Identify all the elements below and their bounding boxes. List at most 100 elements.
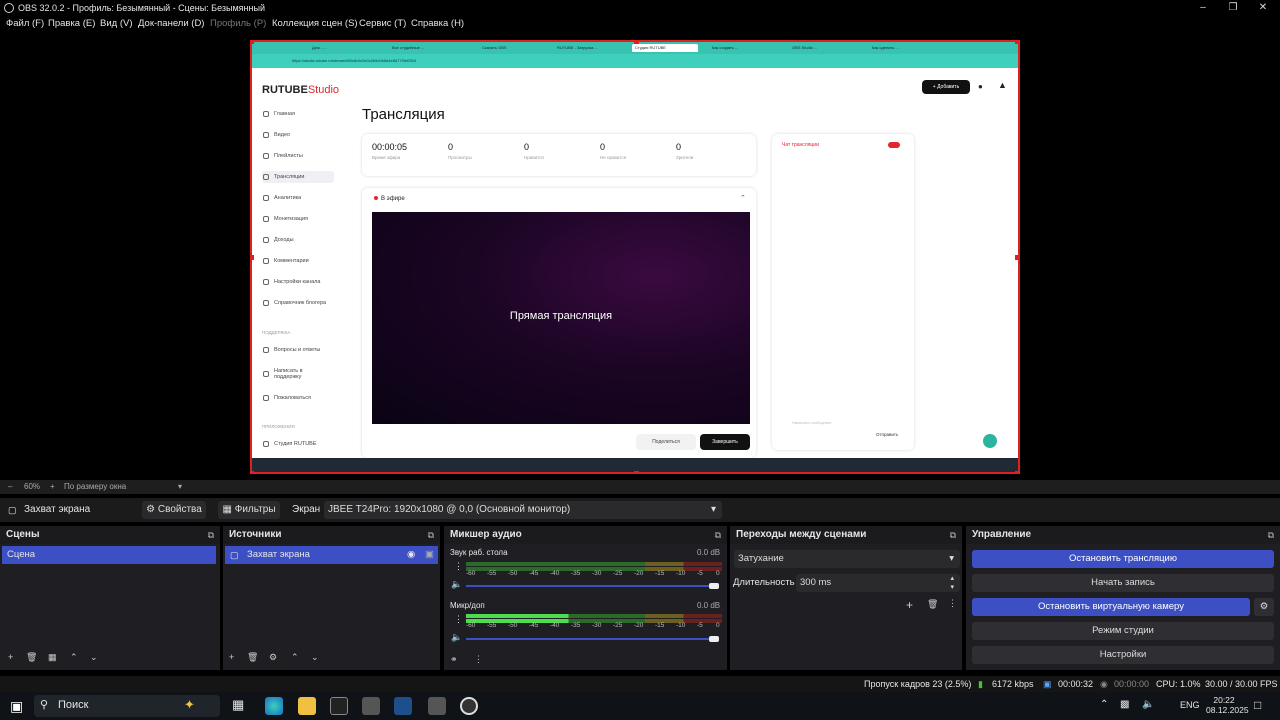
- bell-icon[interactable]: ●: [978, 82, 983, 91]
- clock[interactable]: 20:22 08.12.2025: [1206, 695, 1249, 715]
- taskbar-search[interactable]: ⚲ Поиск ✦: [34, 695, 220, 717]
- source-item[interactable]: ▢ Захват экрана ◉ ▣: [225, 546, 438, 564]
- float-icon[interactable]: ⧉: [208, 526, 214, 544]
- speaker-icon[interactable]: 🔈: [1142, 699, 1154, 710]
- volume-slider[interactable]: [466, 585, 716, 587]
- nav-income[interactable]: Доходы: [262, 234, 334, 246]
- lock-icon[interactable]: ▣: [425, 546, 434, 564]
- menu-file[interactable]: Файл (F): [6, 16, 44, 32]
- browser-tab[interactable]: Дом - ...: [312, 44, 372, 52]
- app-icon[interactable]: [362, 697, 380, 715]
- arrow-up-icon[interactable]: ⌃: [291, 652, 299, 663]
- float-icon[interactable]: ⧉: [428, 526, 434, 544]
- stream-player[interactable]: Прямая трансляция: [372, 212, 750, 424]
- kebab-menu-icon[interactable]: ⋮: [948, 598, 957, 609]
- language-indicator[interactable]: ENG: [1180, 700, 1200, 710]
- trash-icon[interactable]: 🗑: [247, 652, 258, 663]
- fit-mode-select[interactable]: По размеру окна: [64, 480, 126, 494]
- speaker-icon[interactable]: 🔈: [451, 632, 462, 643]
- end-stream-button[interactable]: Завершить: [700, 434, 750, 450]
- settings-button[interactable]: Настройки: [972, 646, 1274, 664]
- nav-studio-app[interactable]: Студия RUTUBE: [262, 438, 334, 450]
- profile-icon[interactable]: ▲: [998, 80, 1007, 90]
- gear-icon[interactable]: ⚙: [1254, 598, 1274, 616]
- stop-stream-button[interactable]: Остановить трансляцию: [972, 550, 1274, 568]
- screen-select[interactable]: JBEE T24Pro: 1920x1080 @ 0,0 (Основной м…: [324, 501, 722, 519]
- arrow-up-icon[interactable]: ⌃: [70, 652, 78, 663]
- volume-knob[interactable]: [709, 636, 719, 642]
- menu-help[interactable]: Справка (H): [411, 16, 464, 32]
- minimize-icon[interactable]: –: [1188, 0, 1218, 16]
- maximize-icon[interactable]: ❐: [1218, 0, 1248, 16]
- url-field[interactable]: https://studio.rutube.ru/stream/8f0c8c0c…: [292, 57, 416, 65]
- close-icon[interactable]: ✕: [1248, 0, 1278, 16]
- folder-icon[interactable]: [298, 697, 316, 715]
- trash-icon[interactable]: 🗑: [26, 652, 37, 663]
- chevron-up-icon[interactable]: ⌃: [1100, 699, 1108, 710]
- float-icon[interactable]: ⧉: [1268, 526, 1274, 544]
- chat-input[interactable]: Написать сообщение: [792, 420, 832, 425]
- task-view-icon[interactable]: ▦: [232, 697, 244, 713]
- help-bubble-icon[interactable]: [983, 434, 997, 448]
- edge-icon[interactable]: [265, 697, 283, 715]
- browser-tab-active[interactable]: Студия RUTUBE: [632, 44, 698, 52]
- network-icon[interactable]: ▩: [1120, 699, 1129, 710]
- link-icon[interactable]: ⚭: [450, 654, 458, 665]
- nav-comments[interactable]: Комментарии: [262, 255, 334, 267]
- screen-capture-preview[interactable]: Дом - ... Все студийные ... Скачать OBS …: [250, 40, 1020, 474]
- kebab-menu-icon[interactable]: ⋮: [474, 654, 483, 665]
- menu-scene-collection[interactable]: Коллекция сцен (S): [272, 16, 358, 32]
- add-icon[interactable]: +: [906, 598, 913, 612]
- speaker-icon[interactable]: 🔈: [451, 579, 462, 590]
- arrow-down-icon[interactable]: ⌄: [311, 652, 319, 663]
- nav-videos[interactable]: Видео: [262, 129, 334, 141]
- chevron-up-icon[interactable]: ⌃: [740, 194, 746, 202]
- filter-icon[interactable]: ▦: [48, 652, 57, 663]
- browser-tab[interactable]: RUTUBE - Загрузка ...: [557, 44, 617, 52]
- browser-tab[interactable]: OBS Studio ...: [792, 44, 852, 52]
- float-icon[interactable]: ⧉: [715, 526, 721, 544]
- chat-send-button[interactable]: Отправить: [876, 432, 898, 437]
- zoom-out-icon[interactable]: –: [8, 480, 12, 494]
- kebab-menu-icon[interactable]: ⋮: [454, 561, 463, 572]
- terminal-icon[interactable]: [330, 697, 348, 715]
- nav-faq[interactable]: Вопросы и ответы: [262, 344, 334, 356]
- notification-icon[interactable]: □: [1254, 698, 1261, 712]
- volume-knob[interactable]: [709, 583, 719, 589]
- chat-toggle[interactable]: [888, 142, 900, 148]
- nav-analytics[interactable]: Аналитика: [262, 192, 334, 204]
- add-button[interactable]: + Добавить: [922, 80, 970, 94]
- browser-tab[interactable]: Скачать OBS: [482, 44, 532, 52]
- browser-tab[interactable]: Как создать ...: [712, 44, 772, 52]
- nav-playlists[interactable]: Плейлисты: [262, 150, 334, 162]
- filters-button[interactable]: ▦ Фильтры: [218, 501, 280, 519]
- nav-monetization[interactable]: Монетизация: [262, 213, 334, 225]
- rutube-logo[interactable]: RUTUBEStudio: [262, 84, 339, 96]
- app-icon[interactable]: [428, 697, 446, 715]
- chevron-down-icon[interactable]: ▾: [178, 480, 182, 494]
- add-icon[interactable]: +: [229, 652, 234, 662]
- menu-docks[interactable]: Док-панели (D): [138, 16, 204, 32]
- nav-channel-settings[interactable]: Настройки канала: [262, 276, 334, 288]
- kebab-menu-icon[interactable]: ⋮: [454, 614, 463, 625]
- nav-home[interactable]: Главная: [262, 108, 334, 120]
- gear-icon[interactable]: ⚙: [269, 652, 277, 663]
- browser-tab[interactable]: Все студийные ...: [392, 44, 452, 52]
- stop-virtual-camera-button[interactable]: Остановить виртуальную камеру: [972, 598, 1250, 616]
- duration-input[interactable]: 300 ms ▴ ▾: [796, 574, 960, 592]
- obs-icon[interactable]: [460, 697, 478, 715]
- trash-icon[interactable]: 🗑: [927, 599, 938, 610]
- arrow-down-icon[interactable]: ⌄: [90, 652, 98, 663]
- add-icon[interactable]: +: [8, 652, 13, 662]
- steam-icon[interactable]: [394, 697, 412, 715]
- browser-tab[interactable]: Как сделать ...: [872, 44, 932, 52]
- share-button[interactable]: Поделиться: [636, 434, 696, 450]
- nav-write-support[interactable]: Написать в поддержку: [262, 368, 314, 382]
- start-recording-button[interactable]: Начать запись: [972, 574, 1274, 592]
- eye-icon[interactable]: ◉: [407, 546, 415, 564]
- menu-edit[interactable]: Правка (E): [48, 16, 95, 32]
- zoom-in-icon[interactable]: +: [50, 480, 55, 494]
- menu-view[interactable]: Вид (V): [100, 16, 133, 32]
- nav-streams[interactable]: Трансляции: [262, 171, 334, 183]
- properties-button[interactable]: ⚙ Свойства: [142, 501, 206, 519]
